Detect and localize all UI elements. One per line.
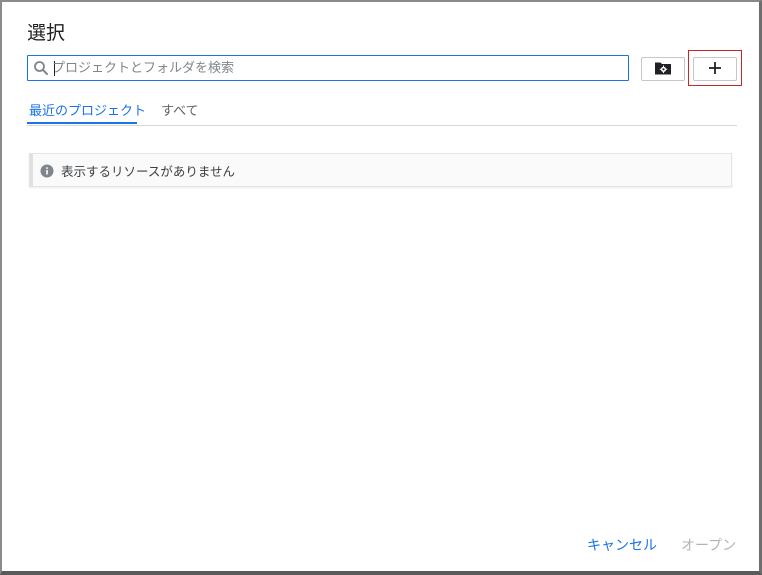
notice-accent [30, 154, 33, 186]
dialog-title: 選択 [27, 22, 66, 44]
folder-settings-button[interactable] [641, 57, 685, 81]
folder-settings-icon [654, 60, 672, 79]
open-button[interactable]: オープン [681, 535, 736, 555]
search-icon [33, 60, 49, 76]
tab-all[interactable]: すべて [161, 100, 199, 124]
tab-bar: 最近のプロジェクト すべて [27, 98, 737, 126]
empty-notice: 表示するリソースがありません [29, 153, 732, 187]
select-dialog: 選択 プロジェクトとフォルダを検索 最近のプロジェクト すべて 表示するリソース… [0, 0, 762, 575]
active-tab-indicator [27, 122, 137, 124]
info-icon [40, 163, 54, 178]
notice-text: 表示するリソースがありません [61, 163, 236, 179]
cancel-button[interactable]: キャンセル [587, 535, 657, 555]
plus-icon [708, 61, 722, 78]
add-project-button[interactable] [693, 57, 737, 81]
search-box[interactable] [27, 55, 629, 81]
tab-recent-projects[interactable]: 最近のプロジェクト [29, 100, 146, 124]
search-input[interactable] [52, 58, 622, 78]
